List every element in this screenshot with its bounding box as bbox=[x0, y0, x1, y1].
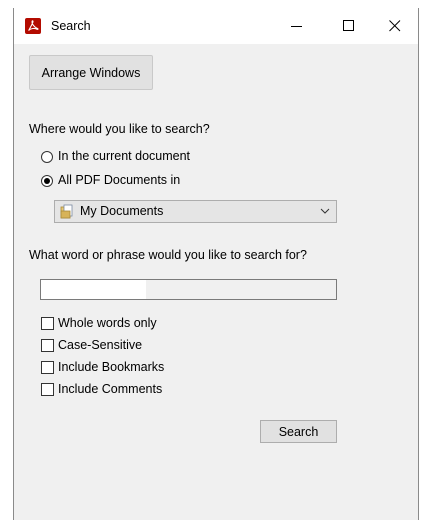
maximize-button[interactable] bbox=[326, 8, 372, 44]
minimize-button[interactable] bbox=[274, 8, 320, 44]
arrange-windows-button[interactable]: Arrange Windows bbox=[29, 55, 153, 90]
checkbox-case-sensitive-label[interactable]: Case-Sensitive bbox=[58, 338, 142, 352]
minimize-icon bbox=[291, 26, 302, 27]
location-value: My Documents bbox=[80, 204, 164, 218]
location-dropdown[interactable]: My Documents bbox=[54, 200, 337, 223]
title-bar: Search bbox=[14, 8, 418, 44]
acrobat-pdf-icon bbox=[25, 18, 41, 34]
radio-all-pdf-documents-label[interactable]: All PDF Documents in bbox=[58, 173, 180, 187]
checkbox-include-bookmarks[interactable] bbox=[41, 361, 54, 374]
checkbox-include-comments[interactable] bbox=[41, 383, 54, 396]
close-icon bbox=[389, 20, 401, 32]
search-phrase-field[interactable] bbox=[41, 280, 336, 299]
search-phrase-input[interactable] bbox=[40, 279, 337, 300]
checkbox-whole-words-label[interactable]: Whole words only bbox=[58, 316, 157, 330]
checkbox-include-bookmarks-label[interactable]: Include Bookmarks bbox=[58, 360, 164, 374]
chevron-down-icon bbox=[320, 208, 330, 214]
window-title: Search bbox=[51, 19, 91, 33]
radio-current-document-label[interactable]: In the current document bbox=[58, 149, 190, 163]
checkbox-whole-words[interactable] bbox=[41, 317, 54, 330]
search-window: Search Arrange Windows Where would you l… bbox=[13, 8, 419, 520]
maximize-icon bbox=[343, 20, 354, 31]
radio-current-document[interactable] bbox=[41, 151, 53, 163]
documents-folder-icon bbox=[60, 204, 73, 219]
search-button[interactable]: Search bbox=[260, 420, 337, 443]
checkbox-case-sensitive[interactable] bbox=[41, 339, 54, 352]
checkbox-include-comments-label[interactable]: Include Comments bbox=[58, 382, 162, 396]
close-button[interactable] bbox=[372, 8, 418, 44]
phrase-label: What word or phrase would you like to se… bbox=[29, 248, 307, 262]
where-label: Where would you like to search? bbox=[29, 122, 210, 136]
radio-all-pdf-documents[interactable] bbox=[41, 175, 53, 187]
